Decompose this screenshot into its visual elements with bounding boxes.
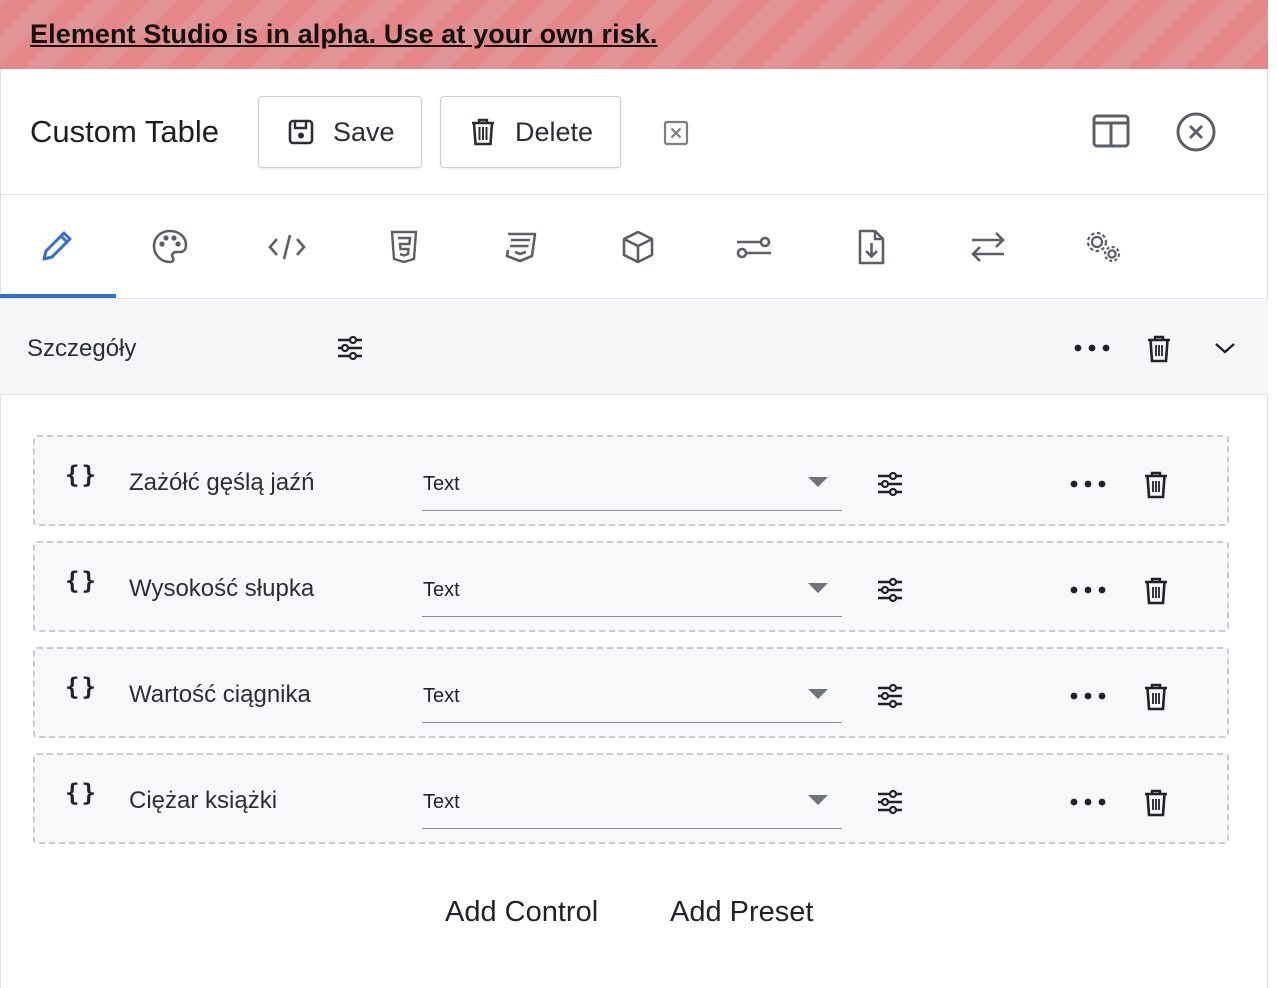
- control-name: Wartość ciągnika: [129, 681, 311, 708]
- control-row[interactable]: {} Zażółć gęślą jaźń Text: [33, 435, 1229, 526]
- control-name: Wysokość słupka: [129, 575, 315, 602]
- braces-icon: {}: [65, 567, 98, 595]
- control-type-value: Text: [423, 473, 460, 495]
- more-options-icon[interactable]: [1066, 686, 1110, 706]
- section-header[interactable]: Szczegóły: [0, 299, 1268, 395]
- control-type-select[interactable]: Text: [422, 573, 842, 617]
- tab-transfer[interactable]: [930, 195, 1046, 298]
- close-square-icon[interactable]: [660, 117, 692, 149]
- sliders-icon[interactable]: [875, 576, 905, 604]
- trash-icon[interactable]: [1141, 575, 1171, 607]
- trash-icon[interactable]: [1141, 469, 1171, 501]
- save-button[interactable]: Save: [258, 96, 422, 168]
- tab-html[interactable]: [346, 195, 462, 298]
- control-type-value: Text: [423, 579, 460, 601]
- control-name: Zażółć gęślą jaźń: [129, 469, 315, 496]
- control-type-select[interactable]: Text: [422, 785, 842, 829]
- tab-import[interactable]: [813, 195, 929, 298]
- sliders-icon[interactable]: [875, 470, 905, 498]
- chevron-down-icon[interactable]: [1210, 335, 1240, 361]
- sliders-icon[interactable]: [875, 788, 905, 816]
- split-view-icon[interactable]: [1088, 111, 1134, 151]
- arrows-exchange-icon: [971, 231, 1005, 262]
- sliders-icon[interactable]: [875, 682, 905, 710]
- add-preset-button[interactable]: Add Preset: [670, 896, 813, 929]
- dropdown-caret-icon: [808, 477, 828, 487]
- add-control-button[interactable]: Add Control: [445, 896, 598, 929]
- trash-icon: [472, 118, 494, 146]
- more-options-icon[interactable]: [1066, 792, 1110, 812]
- tab-code[interactable]: [229, 195, 345, 298]
- css3-icon: [505, 232, 537, 262]
- control-row[interactable]: {} Wartość ciągnika Text: [33, 647, 1229, 738]
- control-type-select[interactable]: Text: [422, 679, 842, 723]
- control-type-select[interactable]: Text: [422, 467, 842, 511]
- tab-css[interactable]: [462, 195, 578, 298]
- braces-icon: {}: [65, 779, 98, 807]
- cube-icon: [622, 230, 654, 263]
- file-download-icon: [858, 229, 885, 264]
- code-icon: [268, 234, 306, 259]
- trash-icon[interactable]: [1144, 333, 1174, 365]
- floppy-disk-icon: [288, 119, 314, 145]
- dropdown-caret-icon: [808, 689, 828, 699]
- delete-button[interactable]: Delete: [440, 96, 621, 168]
- tab-bar: [0, 195, 1268, 299]
- braces-icon: {}: [65, 673, 98, 701]
- pencil-icon: [42, 231, 72, 260]
- more-options-icon[interactable]: [1066, 474, 1110, 494]
- tab-controls[interactable]: [696, 195, 812, 298]
- dropdown-caret-icon: [808, 583, 828, 593]
- dropdown-caret-icon: [808, 795, 828, 805]
- palette-icon: [152, 229, 188, 263]
- tab-assets[interactable]: [580, 195, 696, 298]
- sliders-icon[interactable]: [334, 333, 366, 363]
- tab-settings[interactable]: [1046, 195, 1162, 298]
- close-circle-icon[interactable]: [1173, 109, 1219, 155]
- braces-icon: {}: [65, 461, 98, 489]
- alpha-warning-text: Element Studio is in alpha. Use at your …: [30, 19, 658, 49]
- save-button-label: Save: [333, 116, 395, 147]
- more-options-icon[interactable]: [1066, 580, 1110, 600]
- control-type-value: Text: [423, 791, 460, 813]
- control-type-value: Text: [423, 685, 460, 707]
- tab-style[interactable]: [112, 195, 228, 298]
- more-options-icon[interactable]: [1070, 337, 1114, 359]
- trash-icon[interactable]: [1141, 787, 1171, 819]
- control-name: Ciężar książki: [129, 787, 278, 814]
- trash-icon[interactable]: [1141, 681, 1171, 713]
- control-row[interactable]: {} Ciężar książki Text: [33, 753, 1229, 844]
- control-row[interactable]: {} Wysokość słupka Text: [33, 541, 1229, 632]
- delete-button-label: Delete: [515, 116, 594, 147]
- toggle-icon: [736, 236, 771, 258]
- html5-icon: [390, 230, 418, 263]
- tab-edit[interactable]: [0, 195, 116, 298]
- alpha-warning-banner: Element Studio is in alpha. Use at your …: [0, 0, 1268, 69]
- gears-icon: [1086, 231, 1121, 262]
- header: Custom Table Save Delete: [0, 69, 1268, 195]
- section-title: Szczegóły: [27, 335, 137, 362]
- page-title: Custom Table: [30, 114, 219, 149]
